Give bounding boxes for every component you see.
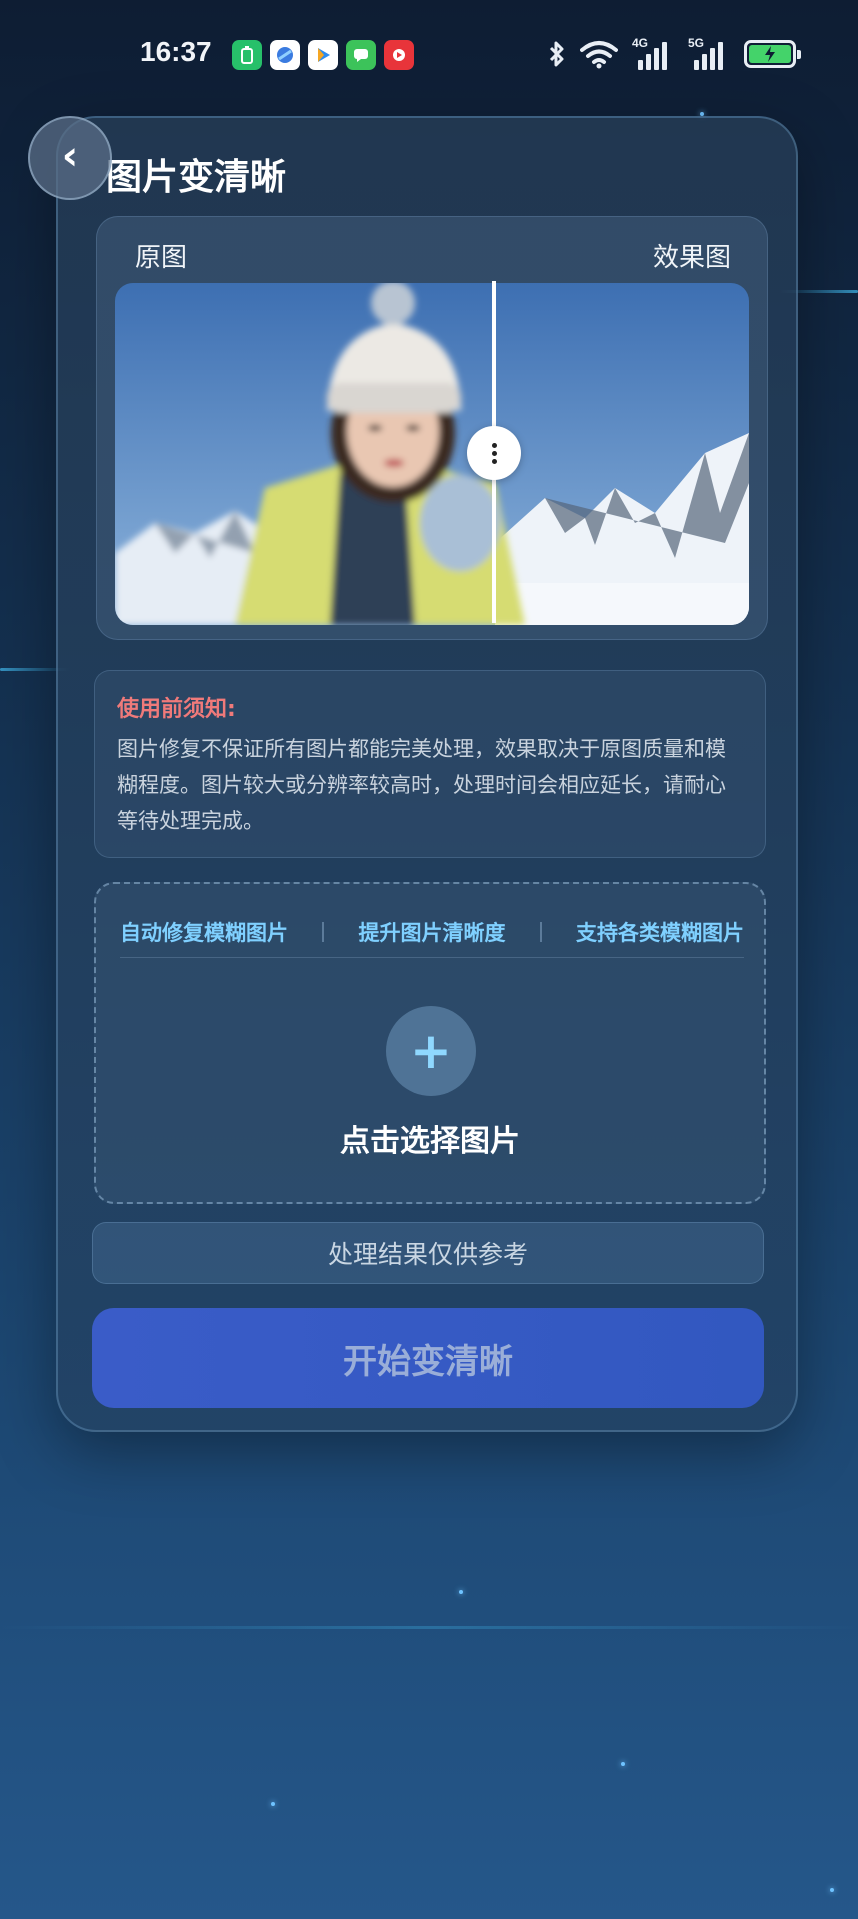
video-player-icon [308,40,338,70]
battery-icon [744,40,801,68]
notice-body: 图片修复不保证所有图片都能完美处理，效果取决于原图质量和模糊程度。图片较大或分辨… [117,737,726,833]
video-app-icon [384,40,414,70]
feature-separator [322,921,325,942]
feature-tags: 自动修复模糊图片 提升图片清晰度 支持各类模糊图片 [120,906,744,958]
feature-tag: 提升图片清晰度 [358,920,506,945]
battery-saver-icon [232,40,262,70]
feature-tag: 自动修复模糊图片 [120,920,288,945]
disclaimer-bar: 处理结果仅供参考 [92,1222,764,1284]
feature-separator [539,921,542,942]
chevron-left-icon: ‹ [61,133,79,179]
bluetooth-icon [549,41,564,67]
status-time: 16:37 [140,36,212,67]
background-star [621,1762,625,1766]
background-star [830,1888,834,1892]
notice-box: 使用前须知: 图片修复不保证所有图片都能完美处理，效果取决于原图质量和模糊程度。… [94,670,766,858]
result-label: 效果图 [652,243,731,273]
start-enhance-button[interactable]: 开始变清晰 [92,1308,764,1408]
status-indicators: 4G 5G [548,36,801,70]
browser-icon [270,40,300,70]
status-bar: 16:37 4G 5G [0,0,858,110]
messages-icon [346,40,376,70]
back-button[interactable]: ‹ [28,116,112,200]
upload-area[interactable]: 自动修复模糊图片 提升图片清晰度 支持各类模糊图片 + 点击选择图片 [94,882,766,1204]
add-image-button[interactable]: + [386,1006,476,1096]
signal-4g-icon: 4G [632,36,674,70]
notice-title: 使用前须知: [117,697,236,722]
wifi-icon [580,41,618,69]
comparison-slider-handle[interactable] [467,426,522,480]
notification-icons [232,40,414,70]
select-image-label[interactable]: 点击选择图片 [96,1116,764,1160]
comparison-image[interactable] [115,283,749,625]
background-star [459,1590,463,1594]
comparison-panel: 原图 效果图 [96,216,768,640]
plus-icon: + [410,1022,452,1080]
signal-5g-icon: 5G [688,36,730,70]
background-star [271,1802,275,1806]
comparison-photo [115,283,749,625]
background-glow-line [0,1626,858,1629]
feature-tag: 支持各类模糊图片 [576,920,744,945]
original-label: 原图 [135,243,188,273]
page-title: 图片变清晰 [106,157,287,198]
